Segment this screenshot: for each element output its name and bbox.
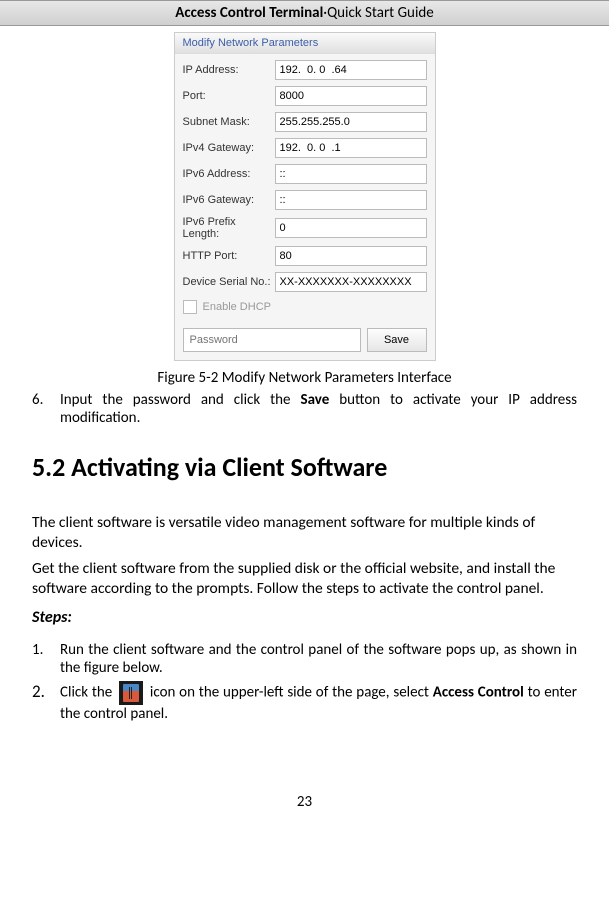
port-label: Port: [183,90,275,102]
subnet-label: Subnet Mask: [183,116,275,128]
ipv6-prefix-input[interactable] [275,218,427,238]
save-button[interactable]: Save [367,328,427,352]
section-heading: 5.2 Activating via Client Software [32,451,577,483]
paragraph-2: Get the client software from the supplie… [32,559,577,599]
ipv6-address-label: IPv6 Address: [183,168,275,180]
steps-label: Steps: [32,608,577,627]
ipv6-address-input[interactable] [275,164,427,184]
ipv6-prefix-label: IPv6 Prefix Length: [183,216,275,240]
ipv4-gateway-label: IPv4 Gateway: [183,142,275,154]
dhcp-checkbox[interactable] [183,300,197,314]
http-port-input[interactable] [275,246,427,266]
ipv6-gateway-input[interactable] [275,190,427,210]
page-header: Access Control Terminal·Quick Start Guid… [0,0,609,26]
dhcp-label: Enable DHCP [203,301,271,313]
password-input[interactable] [183,328,361,352]
serial-input[interactable] [275,272,427,292]
ip-address-input[interactable] [275,60,427,80]
ip-address-label: IP Address: [183,64,275,76]
dialog-title: Modify Network Parameters [175,33,435,54]
modify-network-dialog: Modify Network Parameters IP Address: Po… [174,32,436,361]
ipv4-gateway-input[interactable] [275,138,427,158]
serial-label: Device Serial No.: [183,276,275,288]
port-input[interactable] [275,86,427,106]
subnet-input[interactable] [275,112,427,132]
header-title-bold: Access Control Terminal [175,4,323,22]
ipv6-gateway-label: IPv6 Gateway: [183,194,275,206]
figure-caption: Figure 5-2 Modify Network Parameters Int… [0,369,609,387]
header-title-rest: Quick Start Guide [327,4,434,22]
access-control-icon [119,681,143,705]
paragraph-1: The client software is versatile video m… [32,513,577,553]
http-port-label: HTTP Port: [183,250,275,262]
step-6: 6. Input the password and click the Save… [32,391,577,427]
step-1: 1. Run the client software and the contr… [32,641,577,677]
page-number: 23 [0,793,609,821]
enable-dhcp-row[interactable]: Enable DHCP [183,300,427,314]
step-2: 2. Click the icon on the upper-left side… [32,681,577,723]
